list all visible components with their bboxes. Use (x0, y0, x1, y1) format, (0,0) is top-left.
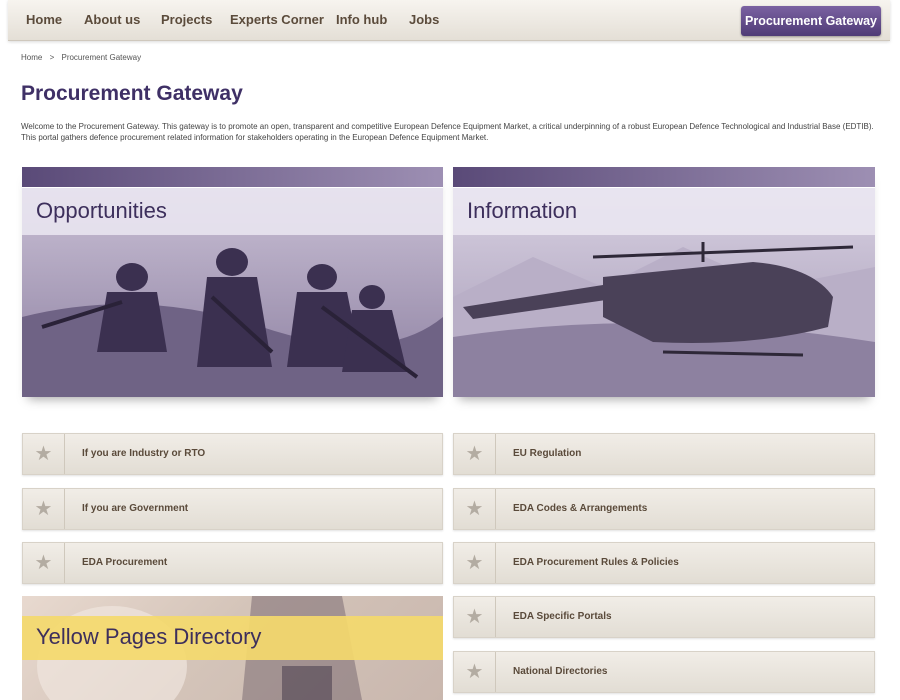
link-label: If you are Industry or RTO (82, 448, 206, 459)
nav-home[interactable]: Home (26, 0, 62, 40)
information-title: Information (467, 198, 578, 223)
yellow-pages-title: Yellow Pages Directory (36, 624, 262, 649)
nav-info-hub[interactable]: Info hub (336, 0, 387, 40)
information-panel[interactable]: Information (453, 167, 875, 397)
opportunities-panel[interactable]: Opportunities (22, 167, 443, 397)
link-eda-procurement[interactable]: ★ EDA Procurement (22, 542, 443, 584)
breadcrumb: Home > Procurement Gateway (21, 53, 146, 62)
star-icon: ★ (23, 489, 65, 529)
star-icon: ★ (454, 652, 496, 692)
star-icon: ★ (454, 597, 496, 637)
star-icon: ★ (23, 543, 65, 583)
link-government[interactable]: ★ If you are Government (22, 488, 443, 530)
link-national-directories[interactable]: ★ National Directories (453, 651, 875, 693)
information-header: Information (453, 187, 875, 235)
breadcrumb-separator: > (49, 53, 55, 62)
nav-jobs[interactable]: Jobs (409, 0, 439, 40)
link-eda-rules-policies[interactable]: ★ EDA Procurement Rules & Policies (453, 542, 875, 584)
nav-about-us[interactable]: About us (84, 0, 140, 40)
breadcrumb-current: Procurement Gateway (61, 53, 142, 62)
procurement-gateway-button[interactable]: Procurement Gateway (741, 6, 881, 36)
link-label: EDA Procurement Rules & Policies (513, 557, 679, 568)
yellow-pages-panel[interactable]: Yellow Pages Directory (22, 596, 443, 700)
page-title: Procurement Gateway (21, 82, 243, 105)
star-icon: ★ (454, 489, 496, 529)
breadcrumb-home[interactable]: Home (21, 53, 42, 62)
link-eda-specific-portals[interactable]: ★ EDA Specific Portals (453, 596, 875, 638)
link-label: National Directories (513, 666, 608, 677)
opportunities-header: Opportunities (22, 187, 443, 235)
intro-text: Welcome to the Procurement Gateway. This… (21, 122, 874, 142)
star-icon: ★ (454, 434, 496, 474)
nav-experts-corner[interactable]: Experts Corner (230, 0, 324, 40)
link-industry-rto[interactable]: ★ If you are Industry or RTO (22, 433, 443, 475)
nav-projects[interactable]: Projects (161, 0, 212, 40)
star-icon: ★ (454, 543, 496, 583)
link-label: If you are Government (82, 503, 189, 514)
link-label: EDA Procurement (82, 557, 168, 568)
link-label: EU Regulation (513, 448, 582, 459)
yellow-pages-band: Yellow Pages Directory (22, 616, 443, 660)
star-icon: ★ (23, 434, 65, 474)
link-label: EDA Specific Portals (513, 611, 612, 622)
panel-top-band (453, 167, 875, 187)
opportunities-title: Opportunities (36, 198, 167, 223)
panel-top-band (22, 167, 443, 187)
link-eda-codes[interactable]: ★ EDA Codes & Arrangements (453, 488, 875, 530)
link-label: EDA Codes & Arrangements (513, 503, 648, 514)
link-eu-regulation[interactable]: ★ EU Regulation (453, 433, 875, 475)
